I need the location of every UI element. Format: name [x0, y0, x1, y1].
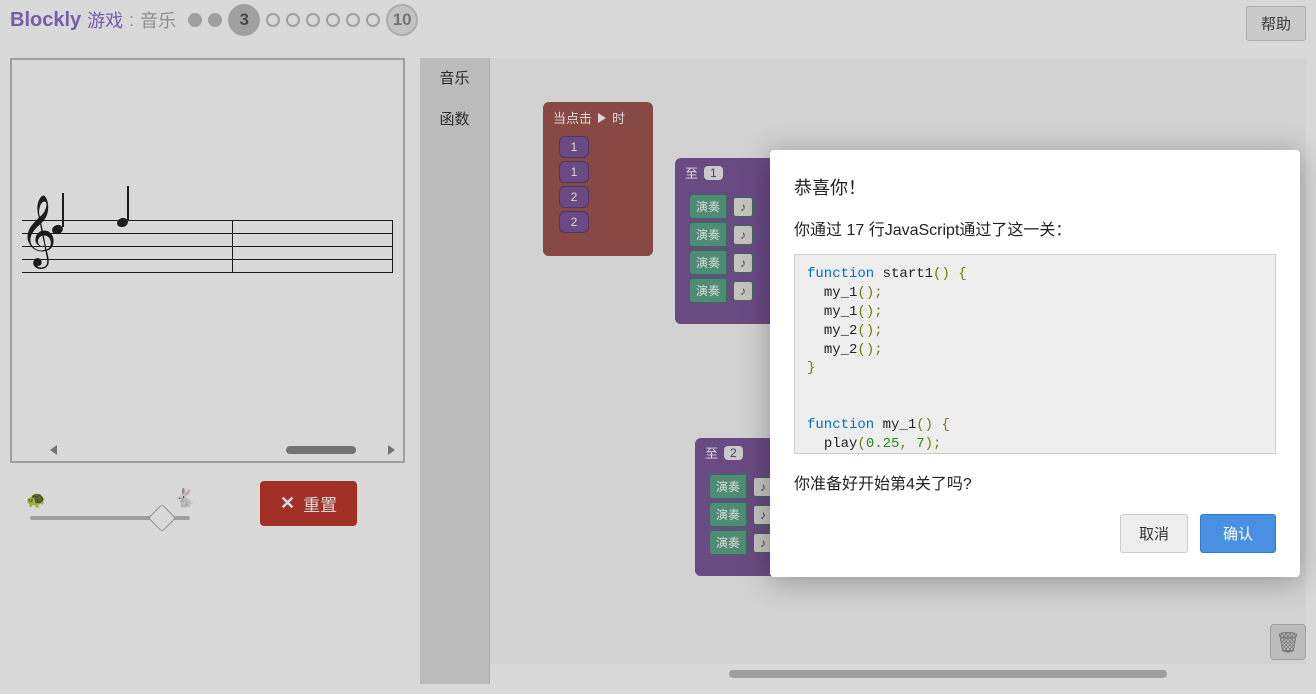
staff-scrollbar[interactable] [50, 443, 395, 457]
level-dot-7[interactable] [326, 13, 340, 27]
play-block[interactable]: 演奏♪ [689, 250, 779, 275]
toolbox: 音乐 函数 [420, 58, 490, 684]
brand-link[interactable]: Blockly [10, 9, 81, 32]
note-icon[interactable]: ♪ [733, 197, 753, 217]
level-dot-10[interactable]: 10 [386, 4, 418, 36]
reset-label: 重置 [303, 491, 337, 516]
scroll-thumb[interactable] [729, 670, 1167, 678]
level-dot-4[interactable] [266, 13, 280, 27]
level-dot-2[interactable] [208, 13, 222, 27]
games-link[interactable]: 游戏 [87, 7, 123, 33]
start-label-suffix: 时 [612, 108, 625, 127]
visualization-pane: 𝄞 🐢 🐇 ✕ 重置 [10, 58, 405, 526]
function-def-block[interactable]: 至 1 演奏♪ 演奏♪ 演奏♪ 演奏♪ [675, 158, 785, 324]
level-dot-5[interactable] [286, 13, 300, 27]
header: Blockly 游戏 : 音乐 3 10 帮助 [10, 0, 1306, 40]
game-name: 音乐 [140, 7, 176, 33]
play-block[interactable]: 演奏♪ [689, 222, 779, 247]
rabbit-icon: 🐇 [174, 488, 196, 509]
note-stem [127, 186, 129, 220]
level-dot-6[interactable] [306, 13, 320, 27]
scroll-right-icon[interactable] [388, 445, 395, 455]
start-block[interactable]: 当点击 时 1 1 2 2 [543, 102, 653, 256]
fn-name[interactable]: 2 [724, 446, 743, 460]
play-block[interactable]: 演奏♪ [689, 194, 779, 219]
start-label-prefix: 当点击 [553, 108, 592, 127]
ok-button[interactable]: 确认 [1200, 514, 1276, 553]
fn-call-block[interactable]: 2 [559, 211, 589, 233]
note-icon[interactable]: ♪ [733, 253, 753, 273]
scroll-left-icon[interactable] [50, 445, 57, 455]
fn-call-block[interactable]: 1 [559, 161, 589, 183]
fn-name[interactable]: 1 [704, 166, 723, 180]
level-dot-1[interactable] [188, 13, 202, 27]
speed-slider[interactable]: 🐢 🐇 [30, 502, 190, 506]
dialog-next-prompt: 你准备好开始第4关了吗? [794, 470, 1276, 494]
success-dialog: 恭喜你！ 你通过 17 行JavaScript通过了这一关： function … [770, 150, 1300, 577]
barline [392, 220, 393, 272]
toolbox-category-functions[interactable]: 函数 [420, 99, 489, 140]
speed-knob[interactable] [147, 503, 175, 531]
breadcrumb-colon: : [129, 10, 134, 31]
code-output[interactable]: function start1() { my_1(); my_1(); my_2… [794, 254, 1276, 454]
fn-call-block[interactable]: 1 [559, 136, 589, 158]
fn-label: 至 [705, 443, 718, 462]
controls-row: 🐢 🐇 ✕ 重置 [10, 481, 405, 526]
note-stem [62, 193, 64, 227]
level-dot-8[interactable] [346, 13, 360, 27]
toolbox-category-music[interactable]: 音乐 [420, 58, 489, 99]
note-icon[interactable]: ♪ [733, 281, 753, 301]
workspace-hscroll[interactable] [490, 670, 1286, 680]
level-dot-3[interactable]: 3 [228, 4, 260, 36]
level-bar: 3 10 [188, 4, 418, 36]
note-icon[interactable]: ♪ [733, 225, 753, 245]
dialog-title: 恭喜你！ [794, 174, 1276, 200]
fn-call-block[interactable]: 2 [559, 186, 589, 208]
dialog-summary: 你通过 17 行JavaScript通过了这一关： [794, 216, 1276, 240]
trash-icon[interactable]: 🗑 [1270, 624, 1306, 660]
music-staff: 𝄞 [10, 58, 405, 463]
level-dot-9[interactable] [366, 13, 380, 27]
reset-button[interactable]: ✕ 重置 [260, 481, 357, 526]
close-icon: ✕ [280, 493, 295, 514]
cancel-button[interactable]: 取消 [1120, 514, 1188, 553]
barline [232, 220, 233, 272]
turtle-icon: 🐢 [26, 490, 46, 510]
play-block[interactable]: 演奏♪ [689, 278, 779, 303]
play-icon [598, 113, 606, 123]
fn-label: 至 [685, 163, 698, 182]
help-button[interactable]: 帮助 [1246, 6, 1306, 41]
scroll-thumb[interactable] [286, 446, 356, 454]
